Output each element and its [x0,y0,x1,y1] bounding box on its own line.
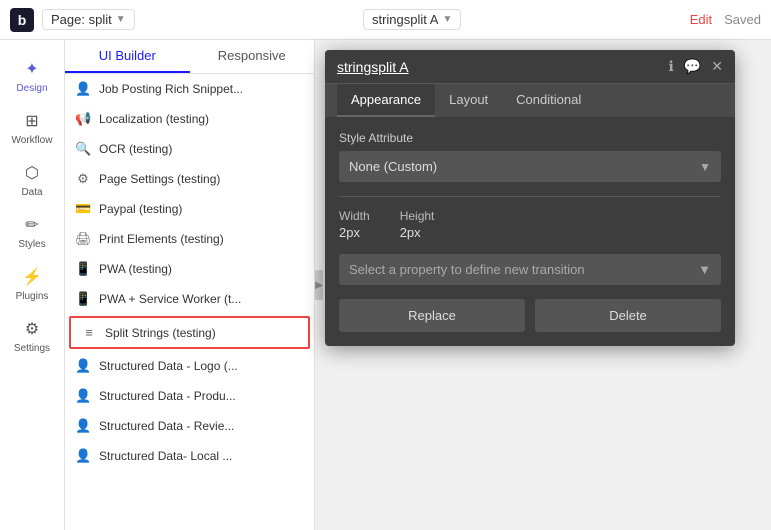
saved-status: Saved [724,12,761,27]
workflow-selector[interactable]: stringsplit A ▼ [363,9,461,30]
design-icon: ✦ [21,58,43,80]
topbar-actions: Edit Saved [690,12,761,27]
style-attribute-select[interactable]: None (Custom) ▼ [339,151,721,182]
plugin-icon: ≡ [81,325,97,340]
workflow-label: stringsplit A [372,12,438,27]
list-item[interactable]: 👤 Structured Data - Logo (... [65,351,314,381]
plugin-icon: 🔍 [75,141,91,157]
width-label: Width [339,209,370,223]
app-logo: b [10,8,34,32]
page-selector[interactable]: Page: split ▼ [42,9,135,30]
plugin-icon: 📢 [75,111,91,127]
plugins-icon: ⚡ [21,266,43,288]
list-item[interactable]: 📱 PWA (testing) [65,254,314,284]
style-attribute-arrow-icon: ▼ [699,160,711,174]
modal-divider [339,196,721,197]
sidebar-item-settings[interactable]: ⚙ Settings [0,310,64,362]
tab-responsive[interactable]: Responsive [190,40,315,73]
data-icon: ⬡ [21,162,43,184]
transition-placeholder: Select a property to define new transiti… [349,262,585,277]
modal-title: stringsplit A [337,59,409,75]
resize-handle[interactable]: ▶ [315,270,323,300]
plugin-icon: 💳 [75,201,91,217]
list-item[interactable]: 👤 Job Posting Rich Snippet... [65,74,314,104]
editor-panel: ▶ stringsplit A ℹ 💬 ✕ Appearance Layout … [315,40,771,530]
topbar: b Page: split ▼ stringsplit A ▼ Edit Sav… [0,0,771,40]
plugin-icon: 👤 [75,448,91,464]
transition-select[interactable]: Select a property to define new transiti… [339,254,721,285]
tab-bar: UI Builder Responsive [65,40,314,74]
styles-icon: ✏ [21,214,43,236]
transition-arrow-icon: ▼ [698,262,711,277]
height-value[interactable]: 2px [400,225,435,240]
list-item[interactable]: 📱 PWA + Service Worker (t... [65,284,314,314]
plugin-icon: 👤 [75,418,91,434]
list-item-split-strings[interactable]: ≡ Split Strings (testing) [69,316,310,349]
list-item[interactable]: 📢 Localization (testing) [65,104,314,134]
width-value[interactable]: 2px [339,225,370,240]
page-label: Page: split [51,12,112,27]
modal-panel: stringsplit A ℹ 💬 ✕ Appearance Layout Co… [325,50,735,346]
width-field: Width 2px [339,209,370,240]
sidebar-item-design[interactable]: ✦ Design [0,50,64,102]
modal-tab-conditional[interactable]: Conditional [502,84,595,117]
height-label: Height [400,209,435,223]
list-item[interactable]: 💳 Paypal (testing) [65,194,314,224]
plugin-icon: 👤 [75,388,91,404]
list-item[interactable]: 🖨 Print Elements (testing) [65,224,314,254]
list-item[interactable]: ⚙ Page Settings (testing) [65,164,314,194]
icon-sidebar: ✦ Design ⊞ Workflow ⬡ Data ✏ Styles ⚡ Pl… [0,40,65,530]
workflow-arrow-icon: ▼ [442,14,452,25]
modal-header: stringsplit A ℹ 💬 ✕ [325,50,735,84]
sidebar-item-styles[interactable]: ✏ Styles [0,206,64,258]
modal-actions: Replace Delete [339,299,721,332]
modal-tab-layout[interactable]: Layout [435,84,502,117]
tab-ui-builder[interactable]: UI Builder [65,40,190,73]
main-layout: ✦ Design ⊞ Workflow ⬡ Data ✏ Styles ⚡ Pl… [0,40,771,530]
plugin-icon: 🖨 [75,231,91,247]
info-icon[interactable]: ℹ [669,58,674,75]
page-arrow-icon: ▼ [116,14,126,25]
replace-button[interactable]: Replace [339,299,525,332]
plugin-list: 👤 Job Posting Rich Snippet... 📢 Localiza… [65,74,314,530]
sidebar-item-data[interactable]: ⬡ Data [0,154,64,206]
plugin-icon: ⚙ [75,171,91,187]
plugin-icon: 📱 [75,261,91,277]
comment-icon[interactable]: 💬 [684,58,701,75]
plugin-icon: 📱 [75,291,91,307]
modal-body: Style Attribute None (Custom) ▼ Width 2p… [325,117,735,346]
list-item[interactable]: 👤 Structured Data- Local ... [65,441,314,471]
style-attribute-value: None (Custom) [349,159,437,174]
sidebar-item-plugins[interactable]: ⚡ Plugins [0,258,64,310]
height-field: Height 2px [400,209,435,240]
delete-button[interactable]: Delete [535,299,721,332]
modal-dimensions: Width 2px Height 2px [339,209,721,240]
list-item[interactable]: 🔍 OCR (testing) [65,134,314,164]
plugin-panel: UI Builder Responsive 👤 Job Posting Rich… [65,40,315,530]
modal-tabs: Appearance Layout Conditional [325,84,735,117]
style-attribute-label: Style Attribute [339,131,721,145]
workflow-icon: ⊞ [21,110,43,132]
settings-icon: ⚙ [21,318,43,340]
plugin-icon: 👤 [75,358,91,374]
close-icon[interactable]: ✕ [711,58,723,75]
modal-tab-appearance[interactable]: Appearance [337,84,435,117]
list-item[interactable]: 👤 Structured Data - Produ... [65,381,314,411]
sidebar-item-workflow[interactable]: ⊞ Workflow [0,102,64,154]
modal-header-icons: ℹ 💬 ✕ [669,58,724,75]
plugin-icon: 👤 [75,81,91,97]
list-item[interactable]: 👤 Structured Data - Revie... [65,411,314,441]
edit-button[interactable]: Edit [690,12,712,27]
